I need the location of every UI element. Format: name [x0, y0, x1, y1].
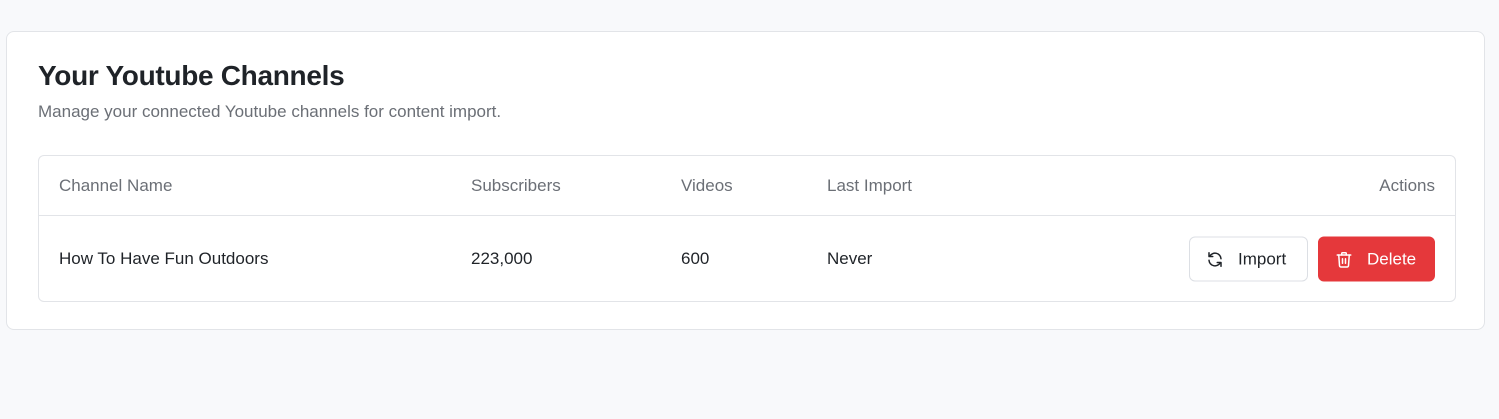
- channels-card: Your Youtube Channels Manage your connec…: [6, 31, 1485, 330]
- subscribers-cell: 223,000: [471, 249, 533, 268]
- page-title: Your Youtube Channels: [38, 60, 345, 91]
- table-header-row: Channel Name Subscribers Videos Last Imp…: [39, 156, 1455, 216]
- page-subtitle: Manage your connected Youtube channels f…: [38, 102, 502, 121]
- last-import-cell: Never: [827, 249, 873, 268]
- videos-cell: 600: [681, 249, 710, 268]
- channels-table: Channel Name Subscribers Videos Last Imp…: [38, 155, 1456, 302]
- column-header-actions: Actions: [1379, 175, 1435, 195]
- column-header-last-import: Last Import: [827, 175, 913, 195]
- delete-button[interactable]: Delete: [1318, 236, 1435, 282]
- import-button-label: Import: [1238, 249, 1287, 268]
- channel-name-cell: How To Have Fun Outdoors: [59, 249, 269, 268]
- column-header-channel-name: Channel Name: [59, 175, 173, 195]
- table-row: How To Have Fun Outdoors 223,000 600 Nev…: [39, 216, 1455, 301]
- import-button[interactable]: Import: [1189, 236, 1308, 282]
- trash-icon: [1335, 250, 1353, 268]
- refresh-icon: [1206, 250, 1224, 268]
- column-header-subscribers: Subscribers: [471, 175, 561, 195]
- row-actions: Import Delete: [1189, 236, 1435, 282]
- delete-button-label: Delete: [1367, 249, 1417, 268]
- column-header-videos: Videos: [681, 175, 733, 195]
